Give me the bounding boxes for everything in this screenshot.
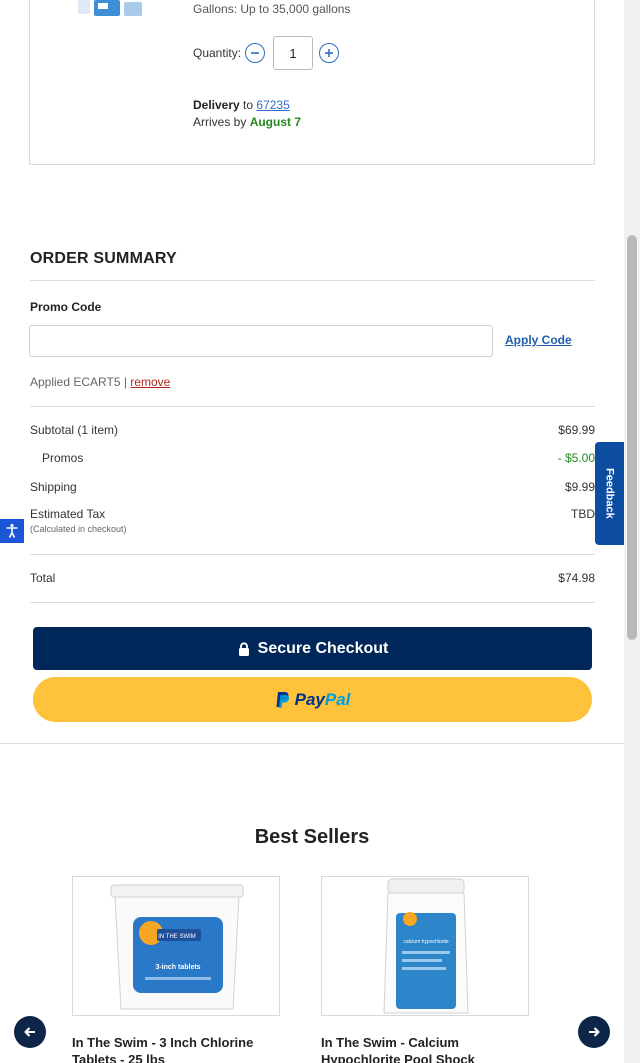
secure-checkout-button[interactable]: Secure Checkout bbox=[33, 627, 592, 670]
brand-text: IN THE SWIM bbox=[158, 934, 196, 940]
paypal-wordmark-pay: Pay bbox=[294, 689, 325, 709]
product-image-chlorine-tablets: IN THE SWIM 3-inch tablets bbox=[110, 884, 244, 1010]
divider bbox=[30, 280, 595, 281]
delivery-info: Delivery to 67235 Arrives by August 7 bbox=[193, 97, 301, 131]
plus-icon bbox=[325, 49, 334, 57]
total-label: Total bbox=[30, 571, 56, 585]
arrow-left-icon bbox=[24, 1027, 35, 1037]
arrival-date: August 7 bbox=[249, 115, 302, 129]
product-thumbnail[interactable] bbox=[74, 0, 150, 20]
promo-code-input[interactable] bbox=[29, 325, 493, 357]
best-seller-name-2[interactable]: In The Swim - Calcium Hypochlorite Pool … bbox=[321, 1034, 531, 1063]
divider bbox=[30, 554, 595, 555]
remove-promo-link[interactable]: remove bbox=[130, 375, 170, 389]
promos-label: Promos bbox=[42, 451, 84, 465]
page-scrollbar[interactable] bbox=[624, 0, 640, 1063]
quantity-label: Quantity: bbox=[193, 46, 242, 60]
arrow-right-icon bbox=[589, 1027, 600, 1037]
best-seller-name-1[interactable]: In The Swim - 3 Inch Chlorine Tablets - … bbox=[72, 1034, 282, 1063]
subtotal-value: $69.99 bbox=[558, 423, 595, 437]
shipping-label: Shipping bbox=[30, 480, 77, 494]
cart-item-card: Gallons: Up to 35,000 gallons Quantity: … bbox=[29, 0, 595, 165]
quantity-row: Quantity: 1 bbox=[193, 36, 340, 70]
paypal-wordmark: PayPal bbox=[295, 690, 351, 710]
paypal-logo-icon bbox=[276, 691, 289, 708]
image-label: 3-inch tablets bbox=[155, 964, 200, 971]
carousel-next-button[interactable] bbox=[578, 1016, 610, 1048]
paypal-button[interactable]: PayPal bbox=[33, 677, 592, 722]
minus-icon bbox=[251, 52, 260, 54]
accessibility-button[interactable] bbox=[0, 519, 24, 543]
shipping-value: $9.99 bbox=[564, 480, 595, 494]
total-value: $74.98 bbox=[558, 571, 595, 585]
decrease-quantity-button[interactable] bbox=[245, 43, 266, 63]
divider bbox=[30, 602, 595, 603]
promo-code-label: Promo Code bbox=[30, 300, 102, 314]
delivery-label: Delivery bbox=[193, 98, 240, 112]
product-image-calcium-hypochlorite: calcium hypochlorite bbox=[383, 878, 469, 1014]
best-sellers-title: Best Sellers bbox=[254, 826, 370, 848]
zip-code-link[interactable]: 67235 bbox=[256, 98, 289, 112]
applied-promo: Applied ECART5 | remove bbox=[30, 375, 170, 389]
promos-value: - $5.00 bbox=[557, 451, 595, 465]
order-summary-title: ORDER SUMMARY bbox=[30, 250, 177, 267]
paypal-wordmark-pal: Pal bbox=[324, 689, 351, 709]
secure-checkout-label: Secure Checkout bbox=[257, 639, 389, 657]
arrives-prefix: Arrives by bbox=[193, 115, 247, 129]
best-seller-card-1[interactable]: IN THE SWIM 3-inch tablets bbox=[72, 876, 280, 1016]
carousel-prev-button[interactable] bbox=[14, 1016, 46, 1048]
image-label: calcium hypochlorite bbox=[403, 939, 449, 945]
estimated-tax-label: Estimated Tax bbox=[30, 507, 106, 521]
applied-promo-text: Applied ECART5 | bbox=[30, 375, 127, 389]
subtotal-label: Subtotal (1 item) bbox=[30, 423, 119, 437]
quantity-input[interactable]: 1 bbox=[273, 36, 314, 70]
gallons-text: Gallons: Up to 35,000 gallons bbox=[193, 2, 351, 16]
best-seller-card-2[interactable]: calcium hypochlorite bbox=[321, 876, 529, 1016]
divider bbox=[30, 406, 595, 407]
estimated-tax-value: TBD bbox=[571, 507, 595, 521]
scrollbar-thumb[interactable] bbox=[627, 235, 637, 640]
tax-note: (Calculated in checkout) bbox=[30, 524, 127, 534]
accessibility-icon bbox=[6, 523, 18, 538]
delivery-line: Delivery to 67235 bbox=[193, 97, 301, 114]
arrival-line: Arrives by August 7 bbox=[193, 114, 301, 131]
increase-quantity-button[interactable] bbox=[319, 43, 340, 63]
delivery-to-text: to bbox=[243, 98, 254, 112]
apply-code-link[interactable]: Apply Code bbox=[505, 333, 572, 347]
feedback-tab[interactable]: Feedback bbox=[595, 442, 624, 545]
section-divider bbox=[0, 743, 624, 744]
lock-icon bbox=[238, 641, 249, 656]
feedback-label: Feedback bbox=[603, 468, 616, 519]
